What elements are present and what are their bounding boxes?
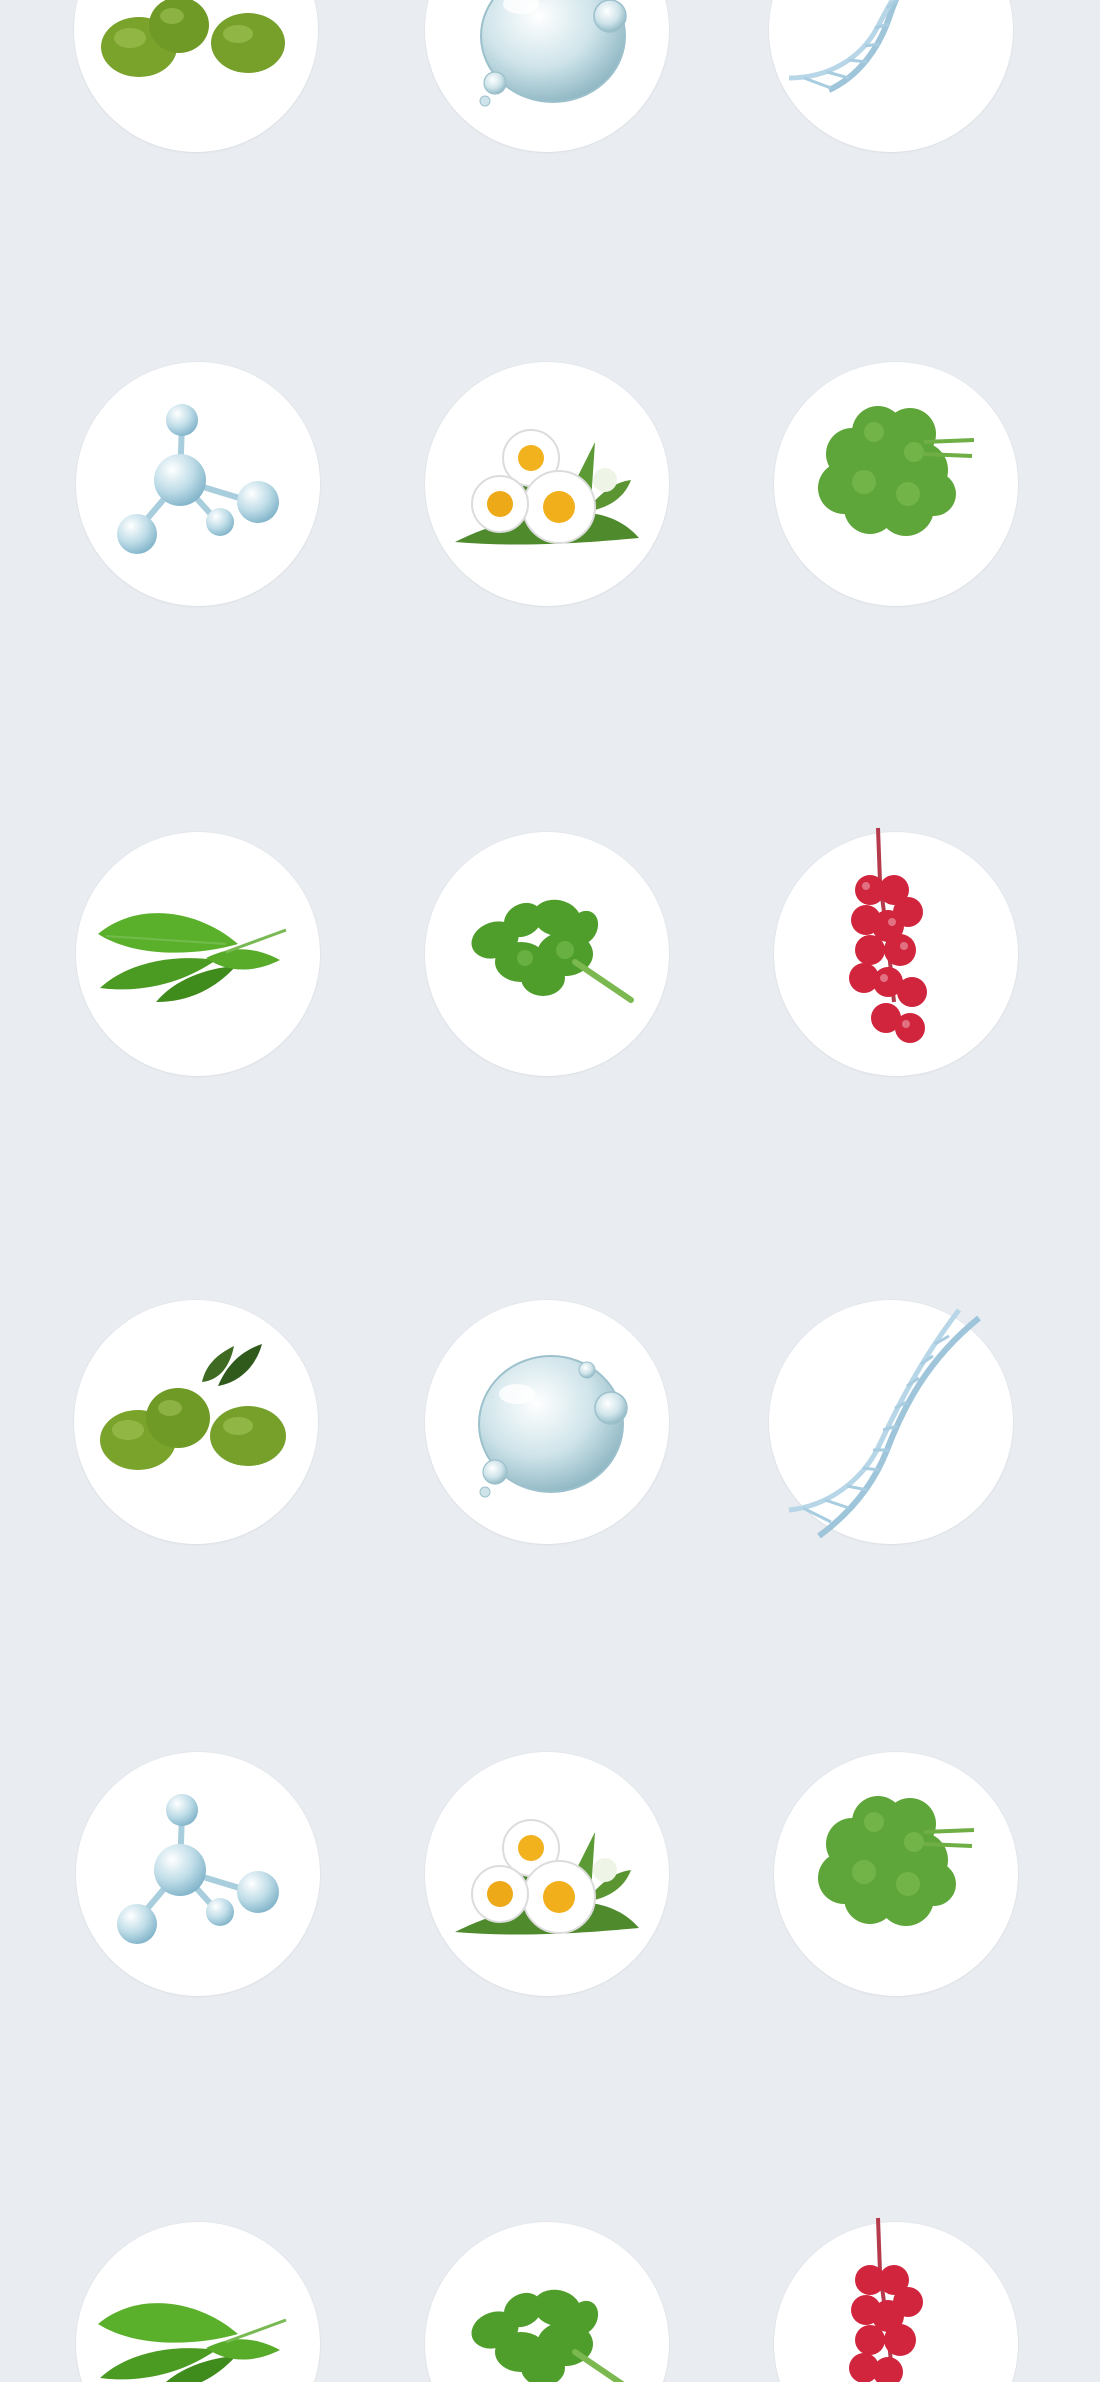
- ingredient-tile-olive[interactable]: [74, 0, 318, 152]
- ingredient-tile-tea-leaf[interactable]: [76, 832, 320, 1076]
- ingredient-tile-purslane[interactable]: [425, 2222, 669, 2382]
- centella-icon: [818, 406, 975, 536]
- ingredient-tile-chamomile[interactable]: [425, 362, 669, 606]
- ingredient-tile-purslane[interactable]: [425, 832, 669, 1076]
- ingredient-tile-tea-leaf[interactable]: [76, 2222, 320, 2382]
- ingredient-tile-molecule[interactable]: [76, 362, 320, 606]
- chamomile-icon: [455, 1819, 639, 1935]
- ingredient-tile-water-drop[interactable]: [425, 0, 669, 152]
- olive-icon: [101, 0, 285, 77]
- ingredient-tile-chamomile[interactable]: [425, 1752, 669, 1996]
- olive-icon: [100, 1344, 286, 1470]
- ingredient-tile-olive[interactable]: [74, 1300, 318, 1544]
- ingredient-tile-dna[interactable]: [769, 0, 1013, 152]
- ingredient-tile-schisandra[interactable]: [774, 2217, 1018, 2382]
- dna-icon: [788, 1308, 981, 1539]
- molecule-icon: [117, 1794, 279, 1944]
- ingredient-gallery: [0, 0, 1100, 2382]
- molecule-icon: [117, 404, 279, 554]
- centella-icon: [818, 1796, 975, 1926]
- purslane-icon: [471, 2289, 625, 2382]
- ingredient-tile-schisandra[interactable]: [774, 827, 1018, 1076]
- tea-leaf-icon: [98, 913, 287, 1002]
- schisandra-berry-icon: [849, 827, 927, 1043]
- ingredient-tile-dna[interactable]: [769, 1300, 1013, 1544]
- water-drop-icon: [479, 0, 627, 107]
- chamomile-icon: [455, 429, 639, 545]
- ingredient-tile-centella[interactable]: [774, 1752, 1018, 1996]
- schisandra-berry-icon: [849, 2217, 923, 2382]
- tea-leaf-icon: [98, 2303, 287, 2382]
- ingredient-tile-centella[interactable]: [774, 362, 1018, 606]
- ingredient-tile-water-drop[interactable]: [425, 1300, 669, 1544]
- dna-icon: [788, 0, 900, 93]
- water-drop-icon: [478, 1355, 628, 1498]
- purslane-icon: [471, 899, 634, 1003]
- ingredient-tile-molecule[interactable]: [76, 1752, 320, 1996]
